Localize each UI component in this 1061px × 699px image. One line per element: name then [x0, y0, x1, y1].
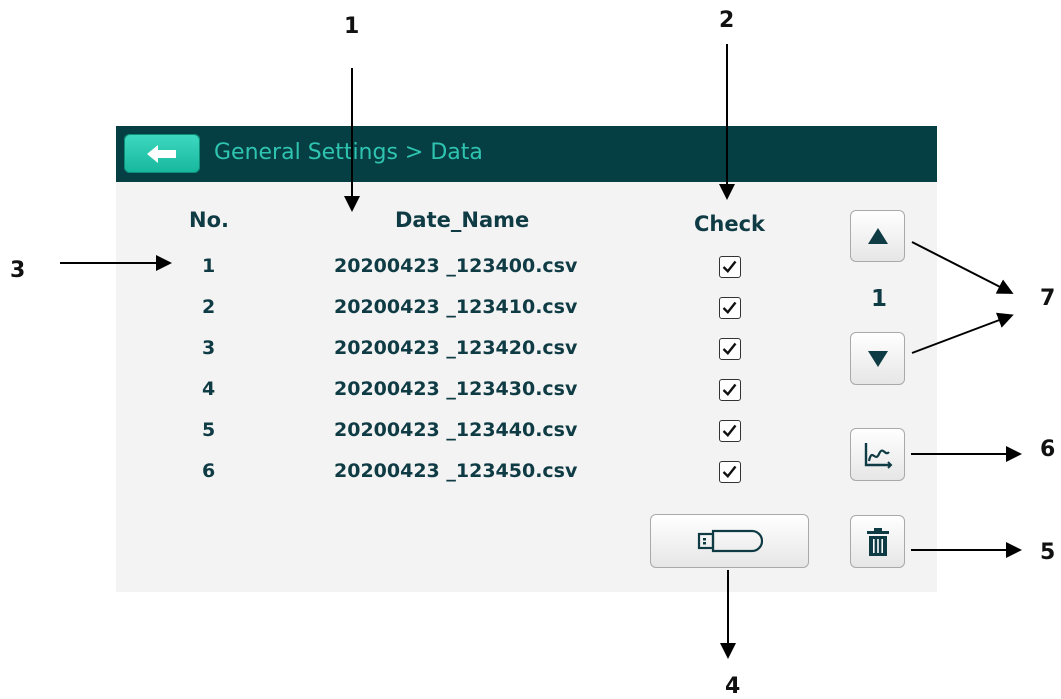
arrow-7-up — [911, 241, 1014, 294]
callout-arrows — [60, 44, 1022, 659]
arrow-7-down — [911, 312, 1014, 354]
